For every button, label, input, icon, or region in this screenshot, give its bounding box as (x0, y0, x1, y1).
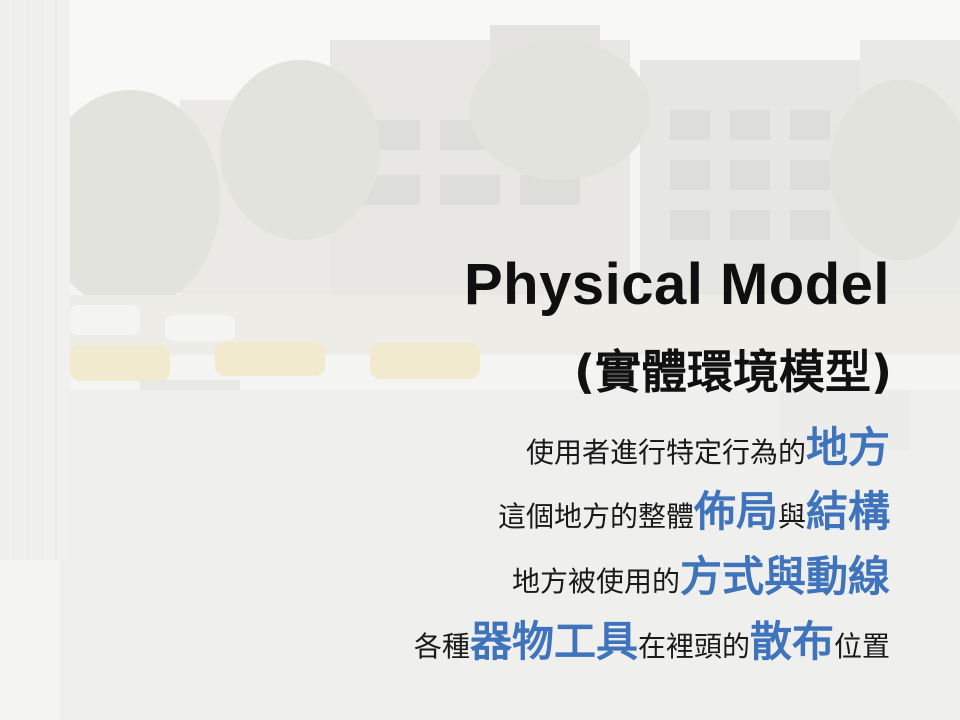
bullet-line-1: 使用者進行特定行為的地方 (526, 420, 890, 476)
bullet-line-4: 各種器物工具在裡頭的散布位置 (414, 614, 890, 670)
line2-text-a: 這個地方的整體 (497, 500, 694, 533)
slide-title: Physical Model (463, 252, 890, 317)
line4-text-b: 在裡頭的 (637, 630, 750, 663)
line3-text: 地方被使用的 (511, 565, 680, 598)
line4-highlight-a: 器物工具 (469, 617, 638, 666)
line1-highlight: 地方 (805, 423, 890, 472)
line3-highlight: 方式與動線 (679, 552, 890, 601)
line2-text-b: 與 (777, 500, 806, 533)
line2-highlight-a: 佈局 (693, 487, 778, 536)
line1-text: 使用者進行特定行為的 (525, 436, 806, 469)
bullet-line-2: 這個地方的整體佈局與結構 (498, 484, 890, 540)
line2-highlight-b: 結構 (805, 487, 890, 536)
line4-text-a: 各種 (413, 630, 470, 663)
line4-text-c: 位置 (833, 630, 890, 663)
bullet-line-3: 地方被使用的方式與動線 (512, 549, 890, 605)
slide-subtitle: (實體環境模型) (573, 345, 892, 399)
line4-highlight-b: 散布 (749, 617, 834, 666)
